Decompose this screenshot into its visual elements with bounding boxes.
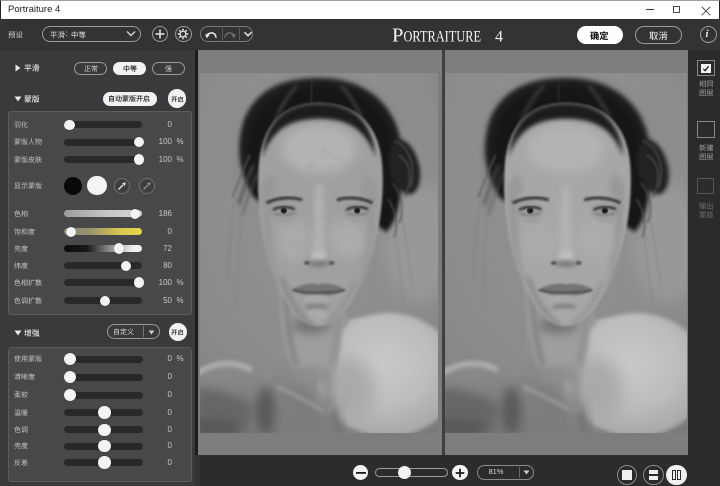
svg-text:P: P xyxy=(392,28,403,43)
svg-text:ORTRAITURE: ORTRAITURE xyxy=(404,28,482,42)
svg-text:4: 4 xyxy=(495,28,503,42)
